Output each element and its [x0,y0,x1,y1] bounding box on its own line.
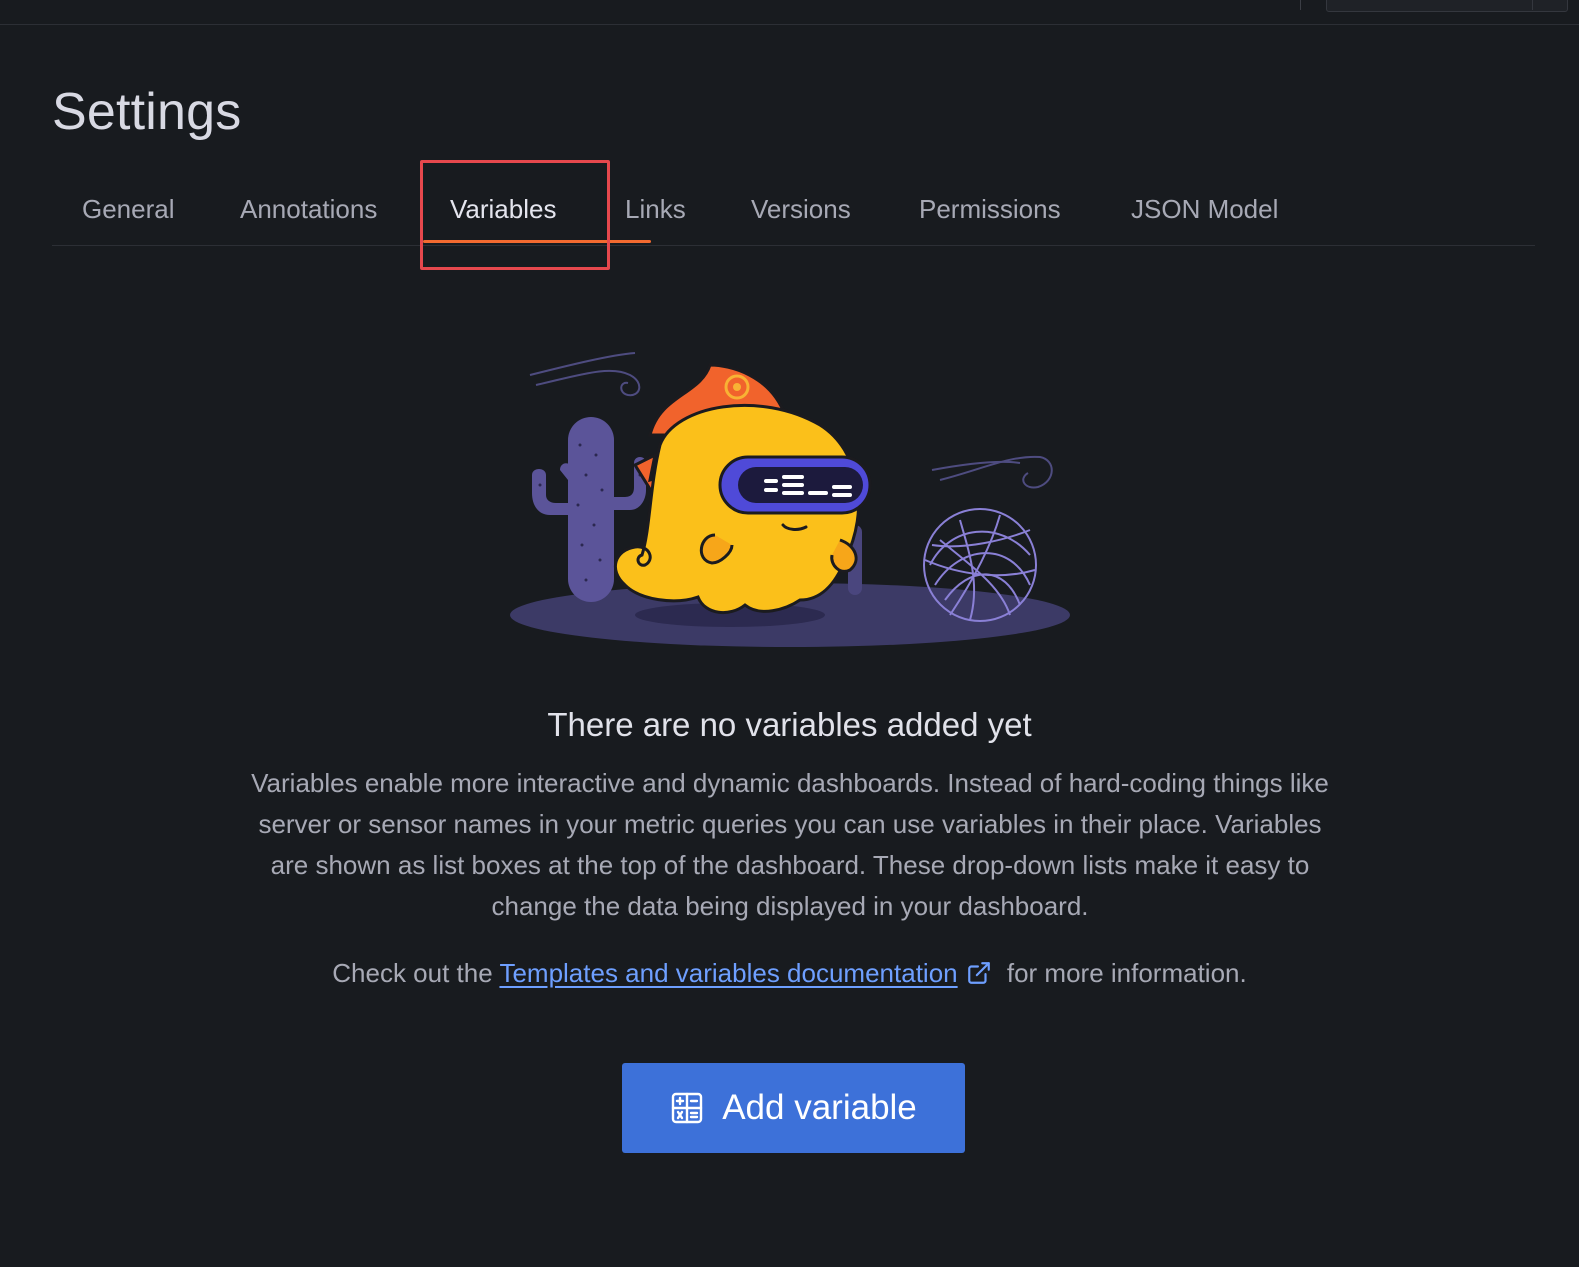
tab-permissions[interactable]: Permissions [919,194,1061,225]
doc-prefix: Check out the [332,958,500,988]
tab-general[interactable]: General [82,194,175,225]
toolbar-divider [1300,0,1301,10]
doc-suffix: for more information. [999,958,1247,988]
tab-links[interactable]: Links [625,194,686,225]
documentation-line: Check out the Templates and variables do… [0,958,1579,993]
tab-annotations[interactable]: Annotations [240,194,377,225]
settings-tabs: General Annotations Variables Links Vers… [52,180,1535,246]
calculator-alt-icon [670,1091,704,1125]
documentation-link[interactable]: Templates and variables documentation [499,958,957,988]
external-link-icon[interactable] [966,960,992,993]
empty-state-title: There are no variables added yet [547,706,1032,743]
settings-page: Settings General Annotations Variables L… [0,0,1579,1267]
empty-state-description: Variables enable more interactive and dy… [251,768,1329,921]
grafana-mascot-desert-illustration [510,352,1070,647]
tab-highlight-box [420,160,610,270]
tab-json-model[interactable]: JSON Model [1131,194,1278,225]
top-toolbar [0,0,1579,25]
toolbar-control-separator [1532,0,1533,10]
tab-versions[interactable]: Versions [751,194,851,225]
page-title: Settings [52,83,242,141]
add-variable-label: Add variable [722,1088,917,1127]
add-variable-button[interactable]: Add variable [622,1063,965,1153]
